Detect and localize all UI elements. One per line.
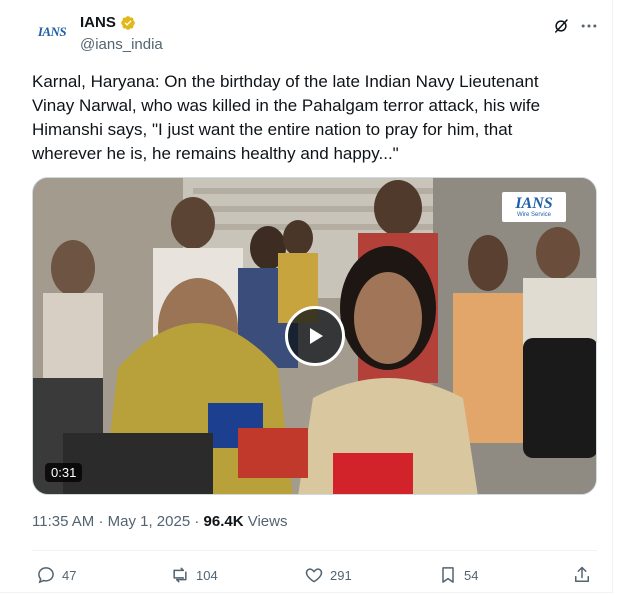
tweet-date[interactable]: May 1, 2025 bbox=[108, 513, 191, 530]
author-name-row: IANS bbox=[80, 14, 136, 31]
reply-count: 47 bbox=[62, 567, 77, 583]
repost-icon bbox=[173, 567, 187, 583]
reply-button[interactable]: 47 bbox=[36, 560, 76, 590]
views-label: Views bbox=[247, 513, 288, 530]
divider bbox=[32, 550, 597, 551]
play-button[interactable] bbox=[284, 306, 345, 366]
avatar-logo-text: IANS bbox=[37, 24, 67, 39]
like-count: 291 bbox=[330, 567, 352, 583]
tweet-time[interactable]: 11:35 AM bbox=[32, 513, 94, 530]
display-name[interactable]: IANS bbox=[80, 14, 116, 31]
repost-count: 104 bbox=[196, 567, 218, 583]
bookmark-button[interactable]: 54 bbox=[438, 560, 478, 590]
views-count: 96.4K bbox=[203, 513, 244, 530]
author-handle[interactable]: @ians_india bbox=[80, 36, 163, 53]
more-options-button[interactable] bbox=[577, 14, 601, 38]
meta-separator: · bbox=[98, 513, 104, 530]
video-player[interactable]: IANS Wire Service 0:31 bbox=[32, 177, 597, 495]
tweet-card: IANS IANS @ians_india Karnal, Haryana: O… bbox=[0, 0, 613, 593]
reply-icon bbox=[38, 567, 54, 584]
avatar[interactable]: IANS bbox=[32, 12, 72, 52]
tweet-meta: 11:35 AM · May 1, 2025 · 96.4K Views bbox=[32, 513, 287, 530]
more-horizontal-icon bbox=[581, 24, 597, 28]
grok-icon bbox=[555, 19, 568, 33]
grok-button[interactable] bbox=[549, 14, 573, 38]
media-watermark-logo: IANS Wire Service bbox=[502, 192, 566, 222]
bookmark-icon bbox=[442, 567, 454, 583]
verified-badge-icon bbox=[121, 15, 135, 30]
play-icon bbox=[309, 328, 323, 344]
share-button[interactable] bbox=[572, 560, 592, 590]
share-icon bbox=[575, 566, 589, 582]
like-button[interactable]: 291 bbox=[304, 560, 352, 590]
repost-button[interactable]: 104 bbox=[170, 560, 218, 590]
video-duration: 0:31 bbox=[45, 463, 83, 482]
watermark-sub: Wire Service bbox=[516, 211, 551, 218]
action-bar: 47 104 291 54 bbox=[0, 560, 613, 590]
watermark-main: IANS bbox=[515, 194, 553, 212]
meta-separator: · bbox=[194, 513, 200, 530]
tweet-text: Karnal, Haryana: On the birthday of the … bbox=[32, 72, 541, 163]
bookmark-count: 54 bbox=[464, 567, 479, 583]
heart-icon bbox=[305, 568, 323, 583]
